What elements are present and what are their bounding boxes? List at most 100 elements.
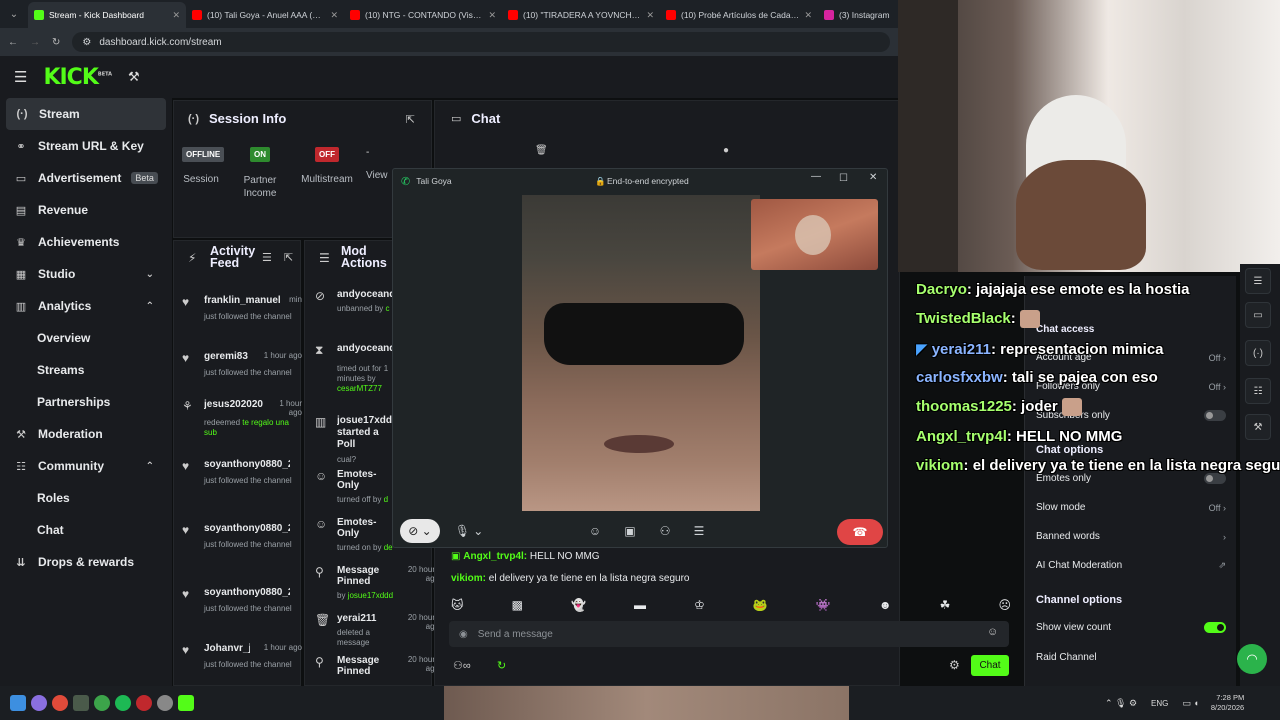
sidebar-item-achievements[interactable]: ♛ Achievements [0, 226, 172, 258]
maximize-icon[interactable]: ☐ [839, 173, 848, 184]
send-chat-button[interactable]: Chat [971, 655, 1009, 676]
emote-icon[interactable]: ☻ [879, 598, 892, 614]
feed-username[interactable]: soyanthony0880_2 [204, 459, 290, 470]
back-icon[interactable]: ← [8, 37, 18, 48]
broadcast-icon[interactable]: (·) [1245, 340, 1271, 366]
hammer-icon[interactable]: ⚒ [128, 69, 140, 85]
app-icon[interactable] [157, 695, 173, 711]
emoji-icon[interactable]: ☺ [587, 519, 603, 543]
browser-tab-5[interactable]: (3) Instagram [818, 2, 898, 28]
popout-icon[interactable]: ⇱ [406, 113, 415, 126]
spotify-icon[interactable] [115, 695, 131, 711]
kick-app-icon[interactable] [178, 695, 194, 711]
emote-icon[interactable]: ▬ [634, 598, 646, 614]
self-video[interactable] [751, 199, 878, 270]
close-tab-icon[interactable]: ✕ [172, 10, 180, 21]
close-tab-icon[interactable]: ✕ [488, 10, 496, 21]
screen-share-icon[interactable]: ▣ [622, 519, 638, 543]
more-options-icon[interactable]: ☰ [691, 519, 707, 543]
mod-item-by[interactable]: c [386, 304, 390, 313]
chrome-icon[interactable] [52, 695, 68, 711]
add-person-icon[interactable]: ⚇ [657, 519, 673, 543]
browser-tab-4[interactable]: (10) Probé Artículos de Cada País ✕ [660, 2, 818, 28]
tab-list-dropdown[interactable]: ⌄ [0, 0, 28, 28]
forward-icon[interactable]: → [30, 37, 40, 48]
feed-username[interactable]: franklin_manuel [204, 295, 286, 306]
show-view-count-toggle[interactable] [1204, 622, 1226, 633]
clock[interactable]: 7:28 PM 8/20/2026 [1211, 693, 1244, 713]
close-tab-icon[interactable]: ✕ [804, 10, 812, 21]
user-badges-icon[interactable]: ⚇∞ [453, 659, 471, 672]
refresh-icon[interactable]: ↻ [497, 659, 506, 672]
mod-item-title[interactable]: andyoceand [337, 343, 397, 354]
sidebar-item-studio[interactable]: ▦ Studio ⌄ [0, 258, 172, 290]
list-icon[interactable]: ☰ [1245, 268, 1271, 294]
close-tab-icon[interactable]: ✕ [646, 10, 654, 21]
emote-icon[interactable]: ☘ [940, 598, 951, 614]
subscribers-only-toggle[interactable] [1204, 410, 1226, 421]
language-indicator[interactable]: ENG [1151, 699, 1168, 708]
filter-icon[interactable]: ☰ [262, 251, 272, 264]
sidebar-item-moderation[interactable]: ⚒ Moderation [0, 418, 172, 450]
emote-icon[interactable]: 🐸 [753, 598, 768, 614]
mod-item-by[interactable]: cesarMTZ77 [337, 384, 382, 393]
hammer-icon[interactable]: ⚒ [1245, 414, 1271, 440]
sidebar-item-advertisement[interactable]: ▭ Advertisement Beta [0, 162, 172, 194]
sidebar-item-revenue[interactable]: ▤ Revenue [0, 194, 172, 226]
mod-item-by[interactable]: d [384, 495, 388, 504]
sidebar-item-roles[interactable]: Roles [0, 482, 172, 514]
settings-icon[interactable]: ☷ [1245, 378, 1271, 404]
emotes-only-toggle[interactable] [1204, 473, 1226, 484]
app-icon[interactable] [94, 695, 110, 711]
emote-icon[interactable]: ▩ [512, 598, 523, 614]
chat-username[interactable]: vikiom: [451, 573, 486, 584]
feed-username[interactable]: soyanthony0880_2 [204, 523, 290, 534]
chat-input[interactable]: ◉ Send a message [449, 621, 1009, 647]
app-icon[interactable] [136, 695, 152, 711]
minimize-icon[interactable]: — [811, 171, 821, 182]
menu-icon[interactable]: ☰ [14, 68, 27, 86]
help-support-button[interactable]: ◠ [1237, 644, 1267, 674]
slow-mode-row[interactable]: Slow mode Off › [1036, 502, 1226, 513]
browser-tab-3[interactable]: (10) "TIRADERA A YOVNCHIMI" ✕ [502, 2, 660, 28]
sidebar-item-stream-url-key[interactable]: ⚭ Stream URL & Key [0, 130, 172, 162]
mic-button[interactable]: 🎙 ⌄ [449, 519, 489, 543]
network-icons[interactable]: ▭ ◖ [1182, 698, 1198, 709]
trash-icon[interactable]: 🗑 [535, 145, 548, 156]
browser-tab-2[interactable]: (10) NTG - CONTANDO (Visualizer) ✕ [344, 2, 502, 28]
url-field[interactable]: ⚙ dashboard.kick.com/stream [72, 32, 890, 52]
feed-username[interactable]: Johanvr_j [204, 643, 250, 654]
browser-tab-0[interactable]: Stream - Kick Dashboard ✕ [28, 2, 186, 28]
emoji-picker-icon[interactable]: ☺ [987, 626, 998, 638]
close-tab-icon[interactable]: ✕ [330, 10, 338, 21]
close-icon[interactable]: ✕ [869, 172, 877, 183]
mod-item-title[interactable]: yerai211 [337, 613, 397, 624]
mod-item-title[interactable]: andyoceand [337, 289, 397, 300]
feed-username[interactable]: soyanthony0880_2 [204, 587, 290, 598]
sidebar-item-stream[interactable]: (·) Stream [6, 98, 166, 130]
raid-channel-row[interactable]: Raid Channel [1036, 652, 1226, 663]
feed-username[interactable]: jesus202020 [204, 399, 266, 410]
emote-icon[interactable]: 👻 [571, 598, 586, 614]
emote-icon[interactable]: 🐱 [451, 598, 464, 614]
reload-icon[interactable]: ↻ [52, 37, 60, 48]
chat-icon[interactable]: ▭ [1245, 302, 1271, 328]
emote-icon[interactable]: ♔ [694, 598, 705, 614]
kick-logo[interactable]: KICKBETA [43, 65, 112, 90]
site-info-icon[interactable]: ⚙ [82, 37, 91, 48]
sidebar-item-drops-rewards[interactable]: ⇊ Drops & rewards [0, 546, 172, 578]
end-call-button[interactable]: ☎ [837, 519, 883, 545]
mod-item-title[interactable]: josue17xddd started a Poll [337, 415, 397, 451]
banned-words-row[interactable]: Banned words › [1036, 531, 1226, 542]
sidebar-item-overview[interactable]: Overview [0, 322, 172, 354]
sidebar-item-chat[interactable]: Chat [0, 514, 172, 546]
popout-icon[interactable]: ⇱ [284, 251, 293, 264]
chat-username[interactable]: Angxl_trvp4l: [463, 551, 527, 562]
sidebar-item-analytics[interactable]: ▥ Analytics ⌃ [0, 290, 172, 322]
browser-tab-1[interactable]: (10) Tali Goya - Anuel AAA (Tiran ✕ [186, 2, 344, 28]
camera-toggle-button[interactable]: ⊘ ⌄ [400, 519, 440, 543]
ai-moderation-row[interactable]: AI Chat Moderation ⇗ [1036, 560, 1226, 571]
windows-start-icon[interactable] [10, 695, 26, 711]
app-icon[interactable] [31, 695, 47, 711]
feed-username[interactable]: geremi83 [204, 351, 250, 362]
